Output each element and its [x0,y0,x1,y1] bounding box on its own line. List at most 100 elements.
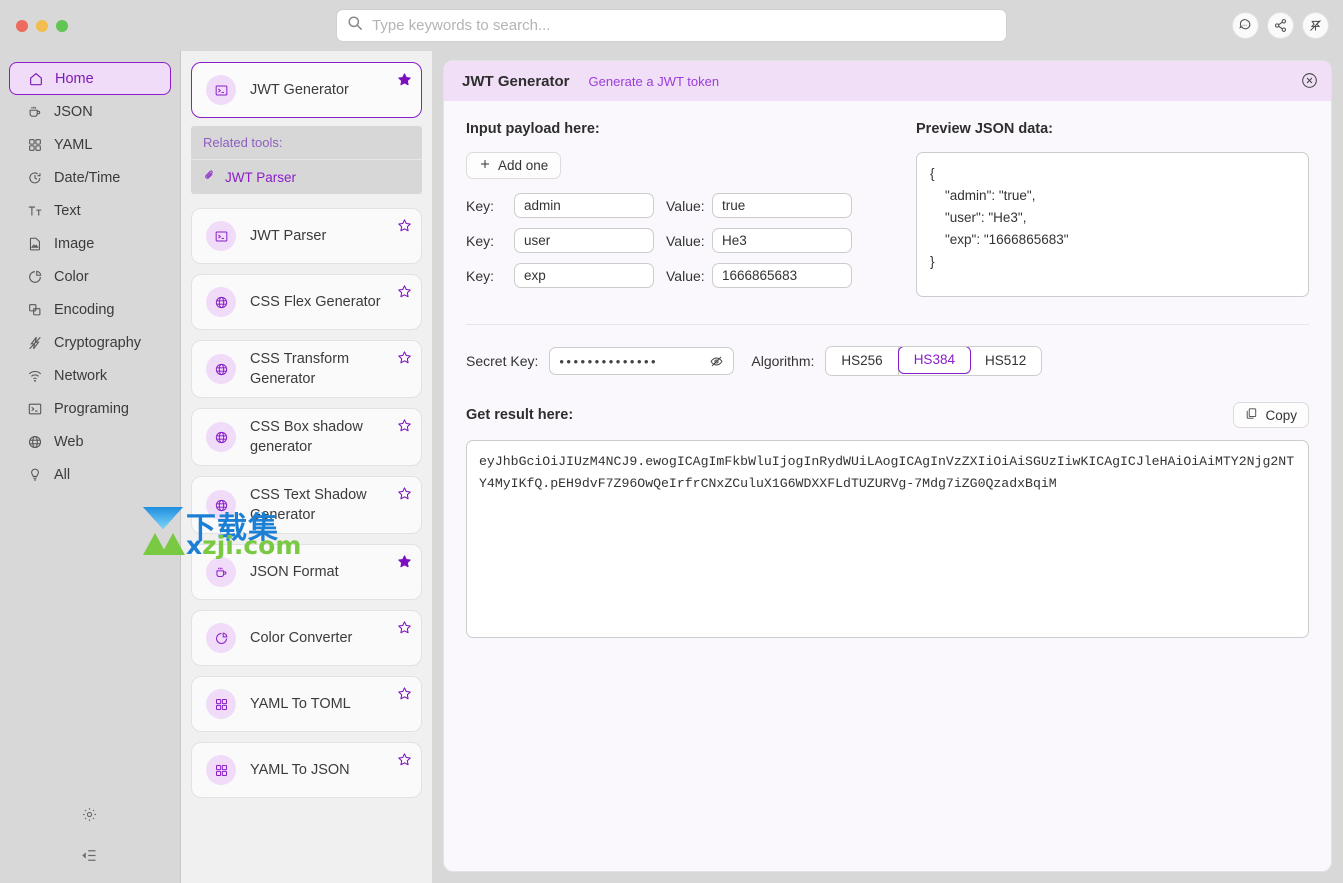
panel-body: Input payload here: Add one Key: admin V… [444,101,1331,871]
minimize-window-button[interactable] [36,19,48,32]
feedback-icon[interactable] [1232,12,1259,39]
sidebar-item-yaml[interactable]: YAML [9,128,171,161]
plus-icon [479,158,491,173]
tool-card-json-format[interactable]: JSON Format [191,544,422,600]
star-outline-icon[interactable] [397,620,412,635]
sidebar-item-label: Network [54,367,108,384]
result-heading: Get result here: [466,407,574,423]
value-label: Value: [666,197,705,214]
sidebar-item-label: JSON [54,103,93,120]
bulb-icon [26,466,43,483]
sidebar-item-datetime[interactable]: Date/Time [9,161,171,194]
preview-heading: Preview JSON data: [916,121,1053,137]
jwt-result-textarea[interactable]: eyJhbGciOiJIUzM4NCJ9.ewogICAgImFkbWluIjo… [466,440,1309,638]
tool-card-css-flex-generator[interactable]: CSS Flex Generator [191,274,422,330]
sidebar-item-cryptography[interactable]: Cryptography [9,326,171,359]
search-box[interactable] [336,9,1007,42]
sidebar-item-label: YAML [54,136,93,153]
tool-card-css-text-shadow-generator[interactable]: CSS Text Shadow Generator [191,476,422,534]
star-outline-icon[interactable] [397,686,412,701]
payload-value-input[interactable] [712,193,852,218]
tool-card-yaml-to-toml[interactable]: YAML To TOML [191,676,422,732]
home-icon [27,70,44,87]
main-panel-wrapper: JWT Generator Generate a JWT token Input… [432,51,1343,883]
lightning-icon [26,334,43,351]
pie-chart-icon [206,623,236,653]
preview-json-textarea[interactable]: { "admin": "true", "user": "He3", "exp":… [916,152,1309,297]
related-tool-item[interactable]: JWT Parser [191,160,422,194]
maximize-window-button[interactable] [56,19,68,32]
secret-algorithm-row: Secret Key: •••••••••••••• Algorithm: HS… [466,325,1309,376]
tool-card-color-converter[interactable]: Color Converter [191,610,422,666]
close-circle-icon[interactable] [1301,72,1318,89]
sidebar-item-all[interactable]: All [9,458,171,491]
tool-card-label: Color Converter [250,630,353,646]
sidebar-item-label: Encoding [54,301,115,318]
star-filled-icon[interactable] [397,554,412,569]
algorithm-option-hs256[interactable]: HS256 [826,347,899,375]
payload-key-input[interactable] [514,263,654,288]
sidebar-item-label: Web [54,433,84,450]
share-icon[interactable] [1267,12,1294,39]
star-outline-icon[interactable] [397,418,412,433]
star-outline-icon[interactable] [397,218,412,233]
star-outline-icon[interactable] [397,486,412,501]
coffee-icon [26,103,43,120]
copy-label: Copy [1265,407,1297,423]
sidebar-item-network[interactable]: Network [9,359,171,392]
tool-card-jwt-parser[interactable]: JWT Parser [191,208,422,264]
copy-layers-icon [26,301,43,318]
payload-key-input[interactable] [514,193,654,218]
pie-chart-icon [26,268,43,285]
collapse-sidebar-icon[interactable] [81,847,98,869]
star-outline-icon[interactable] [397,350,412,365]
payload-value-input[interactable] [712,263,852,288]
sidebar-item-image[interactable]: Image [9,227,171,260]
sidebar-item-home[interactable]: Home [9,62,171,95]
copy-icon [1245,407,1258,423]
sidebar-item-programing[interactable]: Programing [9,392,171,425]
tool-card-label: JWT Parser [250,228,327,244]
algorithm-option-hs384[interactable]: HS384 [897,347,971,374]
star-outline-icon[interactable] [397,752,412,767]
sidebar-item-label: Color [54,268,89,285]
star-filled-icon[interactable] [397,72,412,87]
sidebar-item-json[interactable]: JSON [9,95,171,128]
algorithm-option-hs512[interactable]: HS512 [969,347,1042,375]
search-bar [336,9,1007,42]
add-one-button[interactable]: Add one [466,152,562,179]
sidebar-item-text[interactable]: Text [9,194,171,227]
close-window-button[interactable] [16,19,28,32]
top-columns: Input payload here: Add one Key: admin V… [466,121,1309,302]
payload-key-input[interactable] [514,228,654,253]
clock-icon [26,169,43,186]
tool-card-label: YAML To TOML [250,696,351,712]
terminal-icon [206,221,236,251]
sidebar-item-color[interactable]: Color [9,260,171,293]
tool-card-css-box-shadow-generator[interactable]: CSS Box shadow generator [191,408,422,466]
star-outline-icon[interactable] [397,284,412,299]
eye-off-icon[interactable] [709,354,724,369]
paperclip-icon [203,169,216,185]
sidebar-item-label: Cryptography [54,334,142,351]
sidebar-item-label: Date/Time [54,169,121,186]
settings-icon[interactable] [81,806,98,828]
text-size-icon [26,202,43,219]
tool-card-jwt-generator[interactable]: JWT Generator [191,62,422,118]
search-input[interactable] [372,17,996,34]
sidebar-item-label: All [54,466,71,483]
sidebar: Home JSON YAML Date/Time Text Image Colo… [0,51,181,883]
tool-card-css-transform-generator[interactable]: CSS Transform Generator [191,340,422,398]
sidebar-item-web[interactable]: Web [9,425,171,458]
traffic-lights [0,19,68,32]
image-file-icon [26,235,43,252]
sidebar-item-encoding[interactable]: Encoding [9,293,171,326]
globe-icon [206,354,236,384]
secret-key-field[interactable]: •••••••••••••• [549,347,735,375]
pin-icon[interactable] [1302,12,1329,39]
payload-value-input[interactable] [712,228,852,253]
wifi-icon [26,367,43,384]
tool-card-yaml-to-json[interactable]: YAML To JSON [191,742,422,798]
copy-button[interactable]: Copy [1233,402,1309,428]
